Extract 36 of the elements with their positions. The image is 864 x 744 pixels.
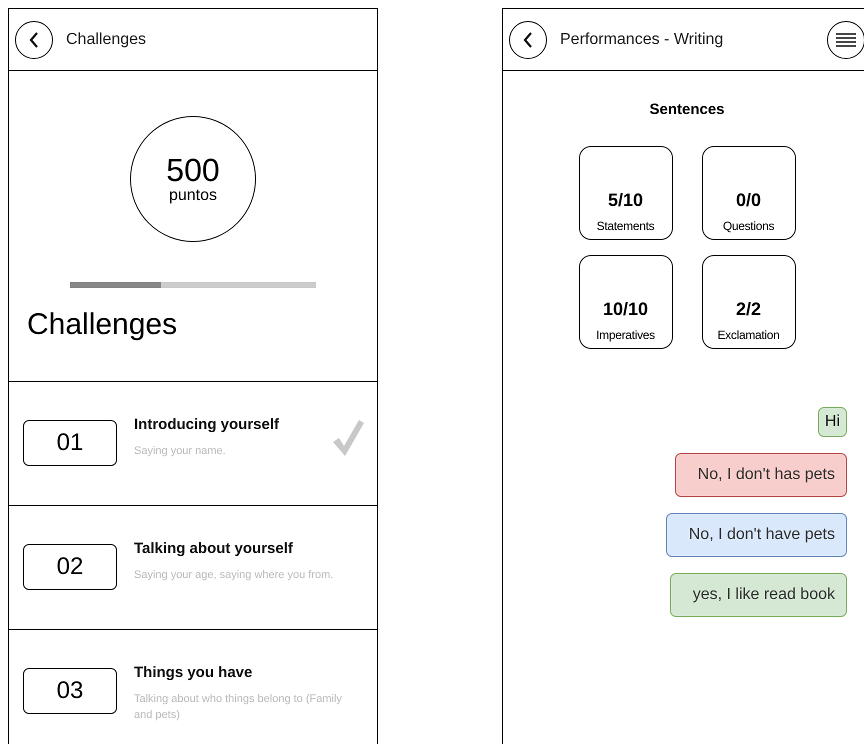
- message-bubble: No, I don't have pets: [666, 513, 847, 557]
- section-heading: Challenges: [27, 308, 178, 342]
- challenge-row[interactable]: 02 Talking about yourself Saying your age, saying where you from.: [9, 506, 377, 630]
- stat-label: Imperatives: [596, 328, 655, 342]
- challenge-title: Things you have: [134, 664, 254, 681]
- back-icon: [28, 30, 40, 48]
- stat-value: 0/0: [736, 190, 762, 211]
- challenge-number: 03: [23, 668, 117, 714]
- stat-value: 5/10: [608, 190, 644, 211]
- message-bubble: No, I don't has pets: [674, 453, 847, 497]
- stat-value: 2/2: [736, 299, 762, 320]
- challenge-description: Talking about who things belong to (Family and pets): [134, 692, 343, 723]
- stat-label: Questions: [722, 219, 774, 233]
- screen-title: Performances - Writing: [560, 30, 724, 48]
- message-bubble: Hi: [818, 407, 847, 437]
- back-button[interactable]: [509, 20, 547, 58]
- challenge-description: Saying your name.: [134, 444, 227, 459]
- challenge-number: 02: [23, 544, 117, 590]
- challenge-row[interactable]: 03 Things you have Talking about who things belong to (Family and pets): [9, 630, 377, 744]
- menu-icon: [835, 32, 857, 48]
- points-value: 500: [166, 153, 220, 187]
- back-icon: [522, 30, 534, 48]
- challenge-title: Introducing yourself: [134, 416, 280, 433]
- screen-title: Challenges: [66, 30, 148, 48]
- message-bubble: yes, I like read book: [670, 573, 847, 617]
- points-unit: puntos: [168, 187, 218, 205]
- menu-button[interactable]: [827, 20, 864, 58]
- challenge-number: 01: [23, 420, 117, 466]
- stat-label: Exclamation: [717, 328, 780, 342]
- challenge-title: Talking about yourself: [134, 540, 294, 557]
- section-title: Sentences: [649, 101, 725, 118]
- challenge-description: Saying your age, saying where you from.: [134, 568, 334, 583]
- stat-value: 10/10: [602, 299, 648, 320]
- stat-label: Statements: [596, 219, 654, 233]
- challenge-row[interactable]: 01 Introducing yourself Saying your name.: [9, 382, 377, 506]
- back-button[interactable]: [15, 20, 53, 58]
